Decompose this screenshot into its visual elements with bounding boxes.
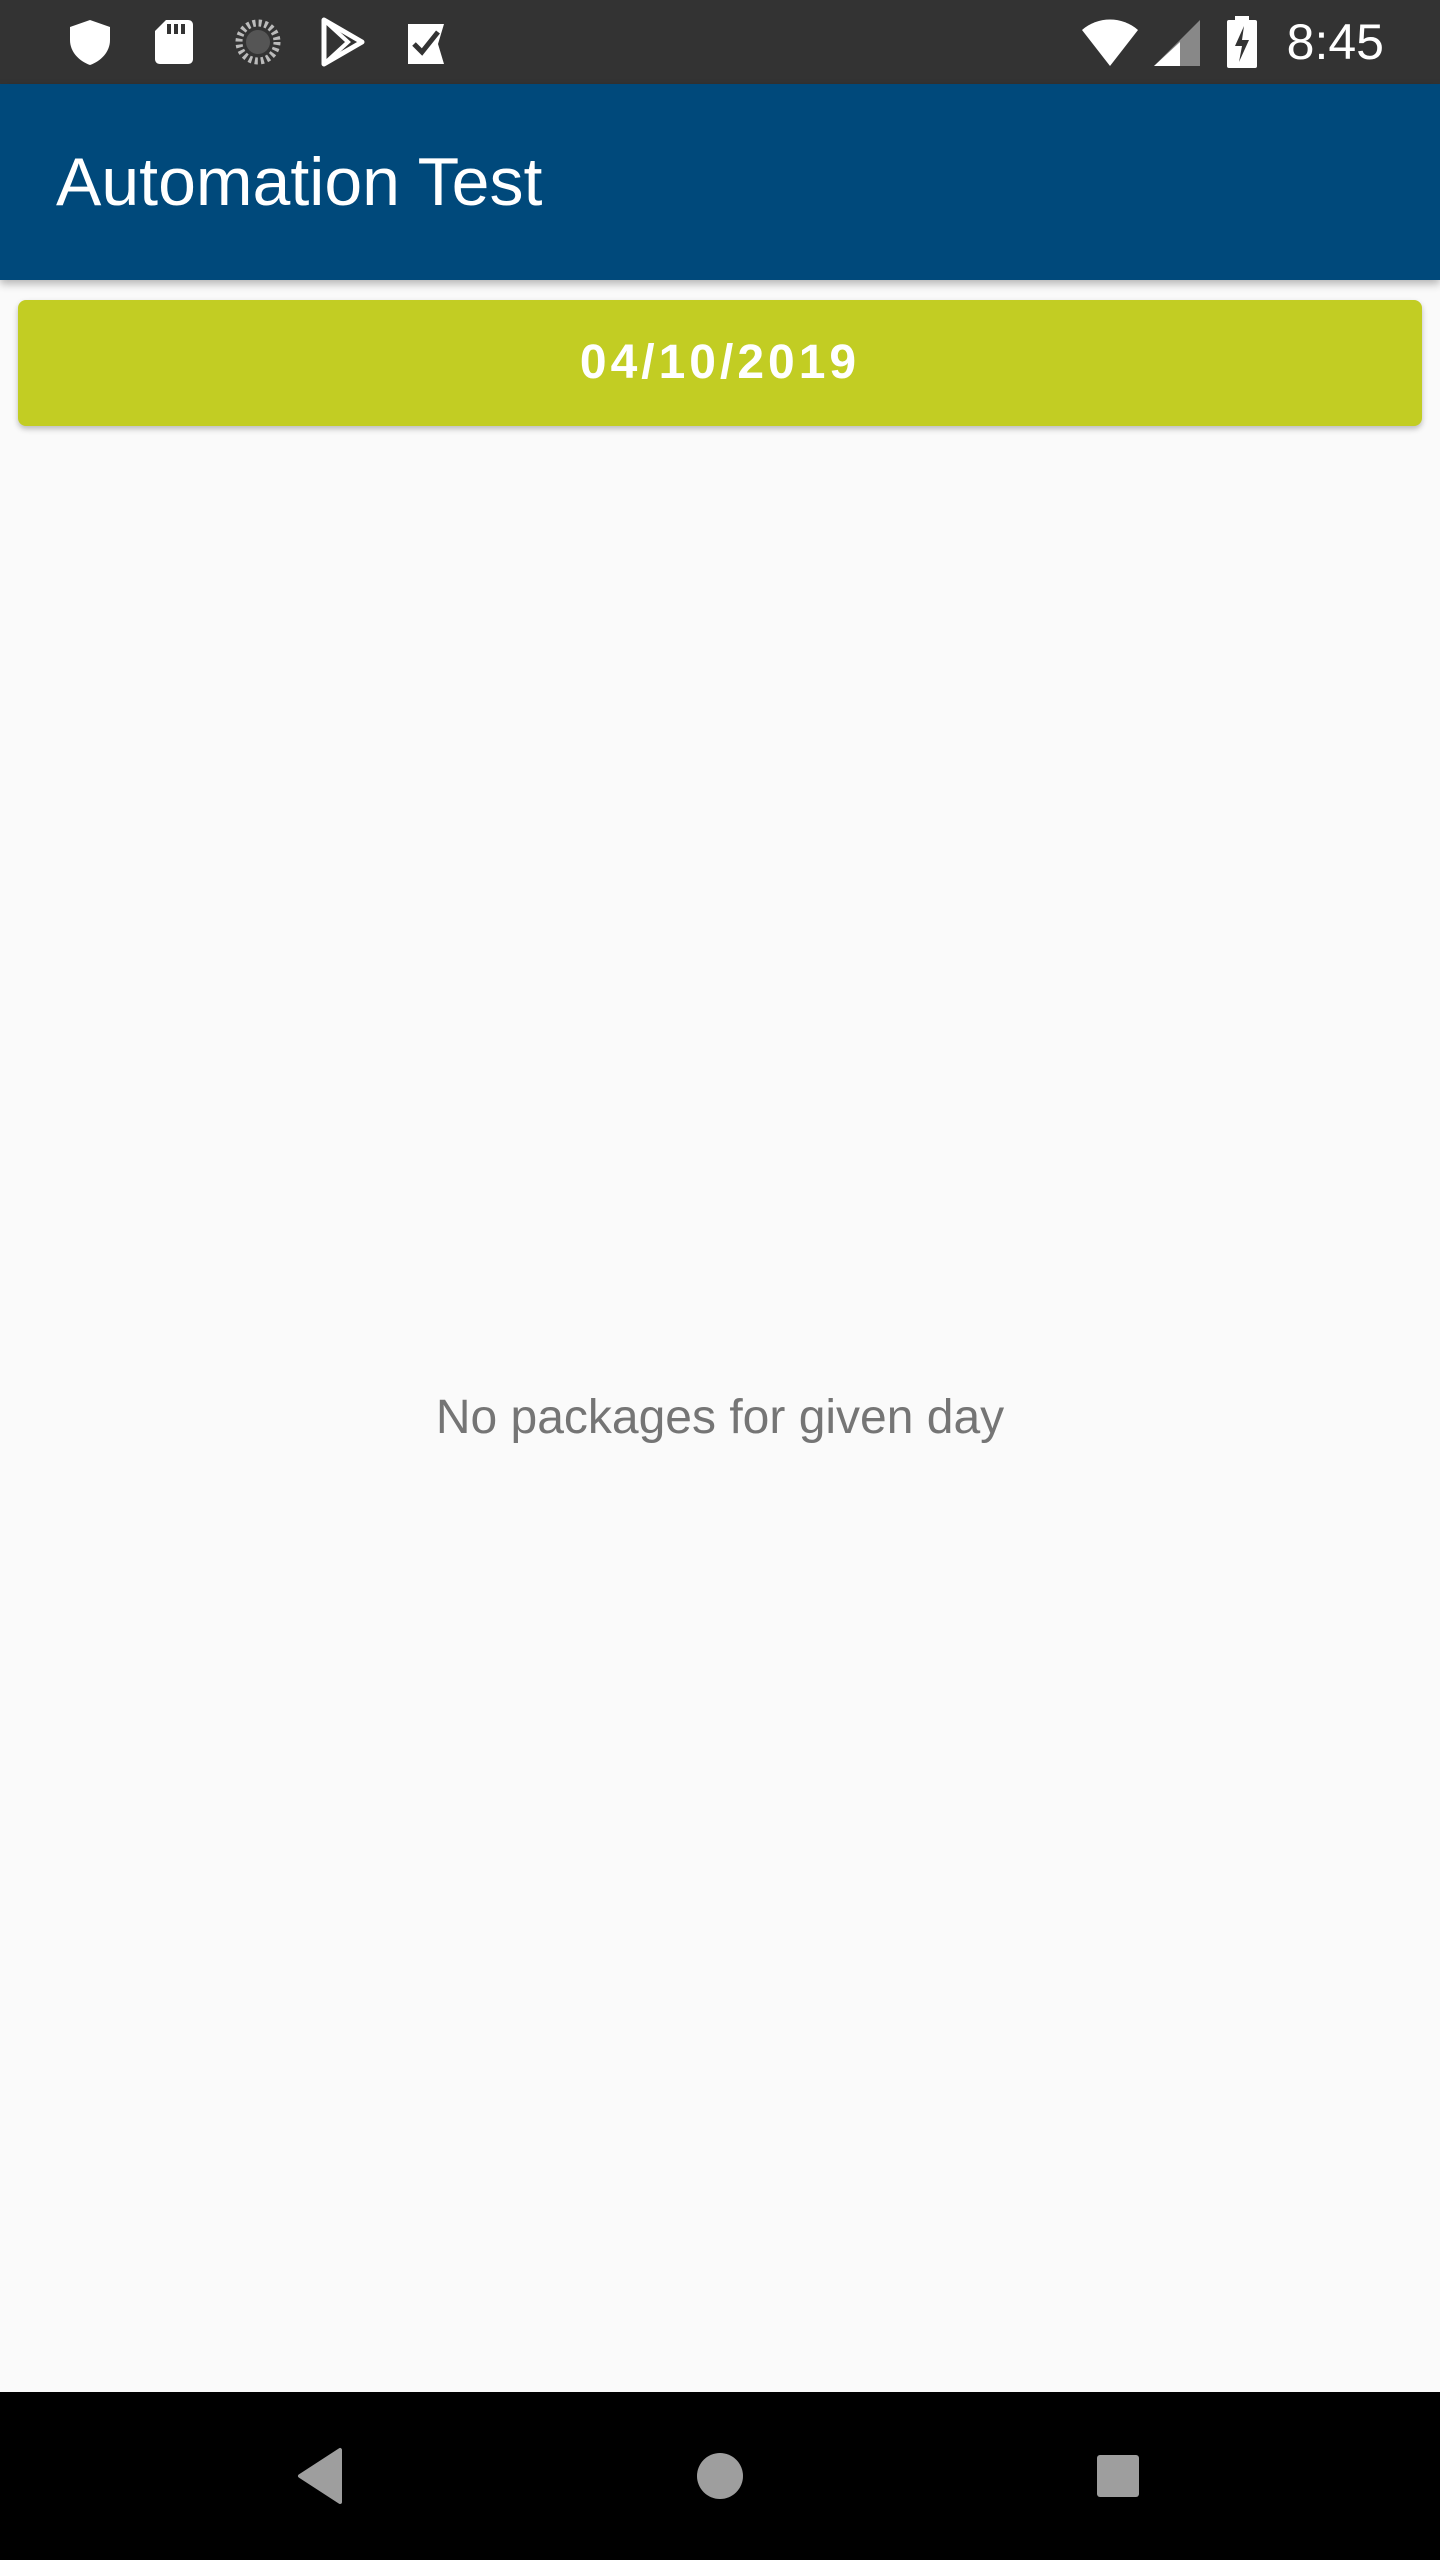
navigation-bar: [0, 2392, 1440, 2560]
back-icon[interactable]: [270, 2426, 370, 2526]
wifi-icon: [1082, 19, 1138, 66]
task-check-icon: [408, 24, 444, 64]
sd-card-icon: [155, 20, 193, 64]
recents-icon[interactable]: [1068, 2426, 1168, 2526]
app-bar: Automation Test: [0, 84, 1440, 280]
play-store-icon: [321, 17, 365, 67]
status-bar: 8:45: [0, 0, 1440, 84]
sync-spinner-icon: [235, 19, 281, 65]
page-title: Automation Test: [56, 144, 543, 220]
date-picker-button[interactable]: 04/10/2019: [18, 300, 1422, 426]
shield-icon: [70, 20, 110, 65]
empty-state-message: No packages for given day: [435, 1391, 1005, 1444]
status-time: 8:45: [1286, 14, 1384, 70]
battery-charging-icon: [1227, 16, 1257, 68]
home-icon[interactable]: [670, 2426, 770, 2526]
signal-icon: [1154, 20, 1200, 66]
